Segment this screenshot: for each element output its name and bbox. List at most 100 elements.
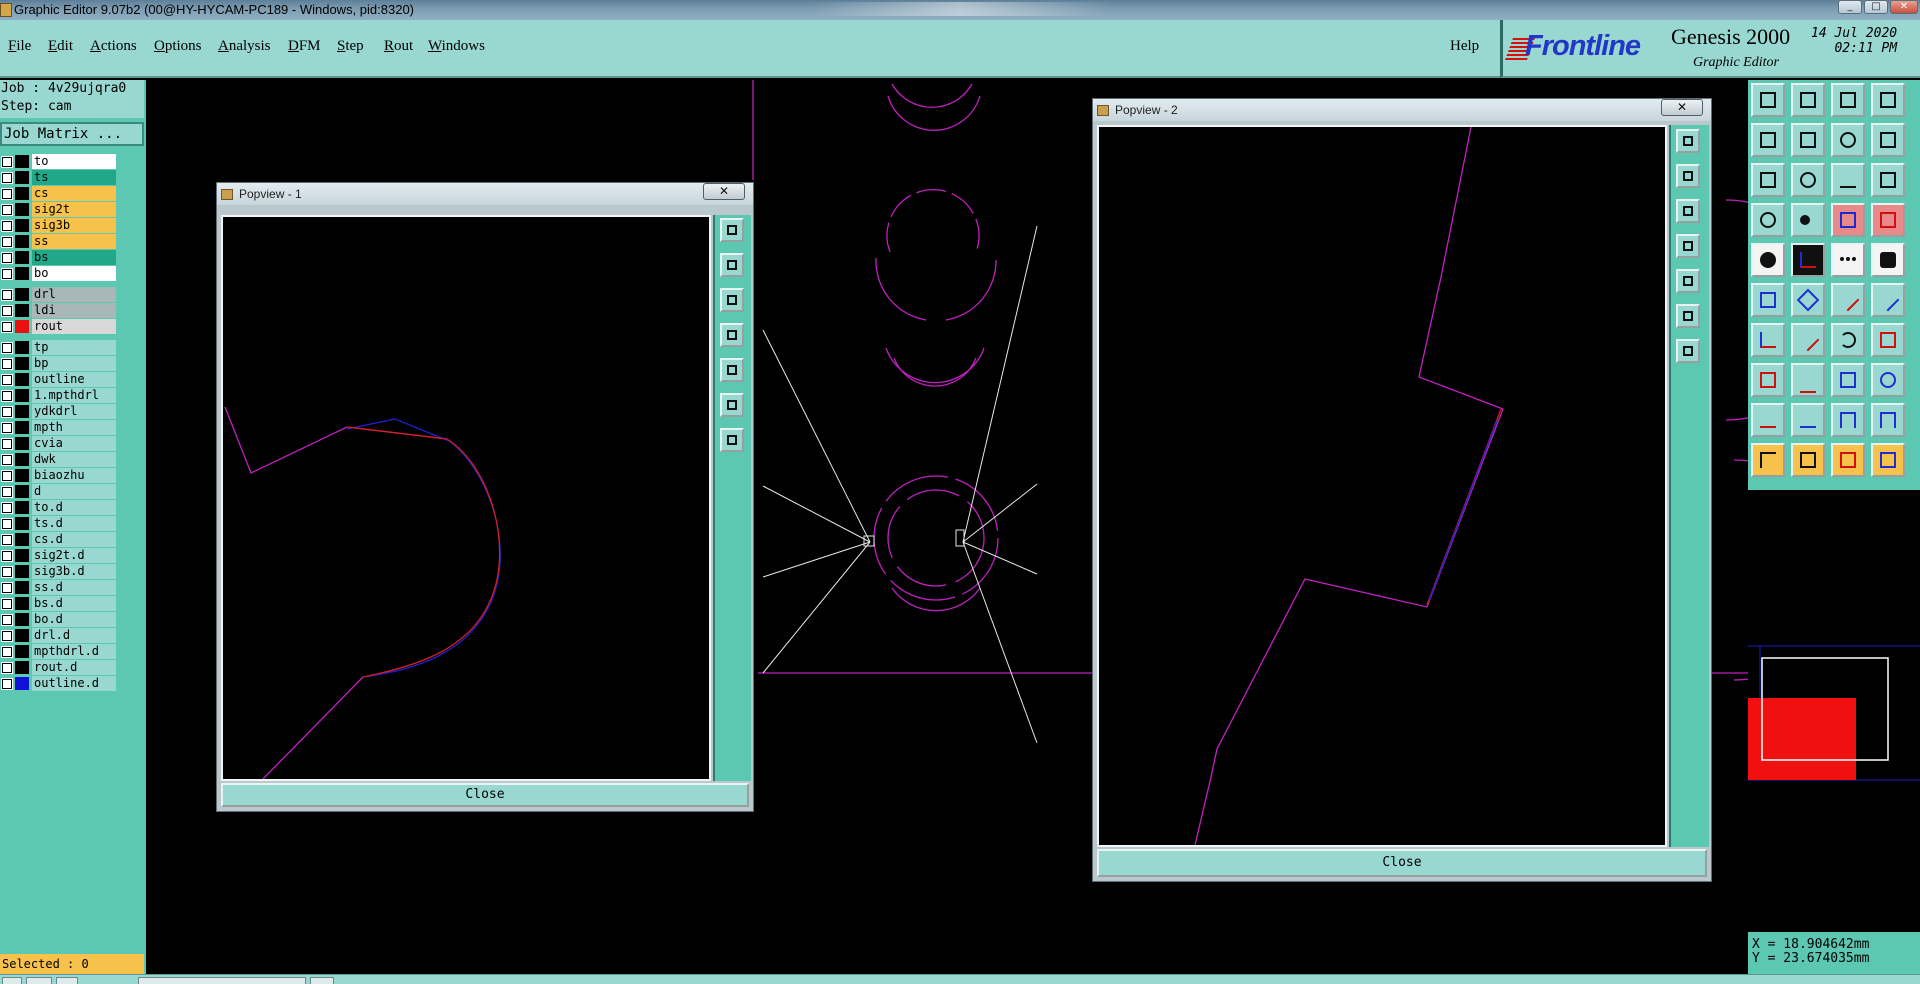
layer-row[interactable]: bo.d [0,612,118,627]
layer-color-swatch[interactable] [15,288,29,301]
bottom-segment[interactable] [138,977,306,984]
maximize-button[interactable]: □ [1864,0,1888,14]
layer-checkbox[interactable] [1,305,13,317]
layer-color-swatch[interactable] [15,389,29,402]
layer-checkbox[interactable] [1,614,13,626]
layer-color-swatch[interactable] [15,677,29,690]
help-icon[interactable] [1871,163,1905,197]
zoom-center-icon[interactable] [1791,163,1825,197]
menu-rout[interactable]: Rout [384,38,413,55]
layer-color-swatch[interactable] [15,549,29,562]
layer-color-swatch[interactable] [15,251,29,264]
open-icon[interactable] [1791,83,1825,117]
layer-row[interactable]: ts [0,170,118,185]
net-icon[interactable] [1831,203,1865,237]
layer-row[interactable]: sig3b [0,218,118,233]
pan-left-icon[interactable] [1676,234,1700,258]
layer-row[interactable]: sig3b.d [0,564,118,579]
layer-checkbox[interactable] [1,390,13,402]
layer-row[interactable]: tp [0,340,118,355]
layer-color-swatch[interactable] [15,485,29,498]
scale-icon[interactable] [1831,163,1865,197]
layer-name[interactable]: cvia [32,436,116,451]
popview-2-close-button[interactable]: Close [1097,849,1707,877]
layer-name[interactable]: rout [32,319,116,334]
layer-checkbox[interactable] [1,220,13,232]
layer-checkbox[interactable] [1,550,13,562]
layer-checkbox[interactable] [1,566,13,578]
menu-options[interactable]: Options [154,38,202,55]
layer-name[interactable]: drl [32,287,116,302]
layer-row[interactable]: ldi [0,303,118,318]
layer-checkbox[interactable] [1,438,13,450]
layer-name[interactable]: bo.d [32,612,116,627]
layer-name[interactable]: outline.d [32,676,116,691]
triangle-fill-icon[interactable] [1791,403,1825,437]
bottom-segment[interactable] [26,977,52,984]
layer-name[interactable]: to [32,154,116,169]
layer-name[interactable]: bs [32,250,116,265]
surface-icon[interactable] [1871,243,1905,277]
measure-icon[interactable] [1751,203,1785,237]
pan-right-icon[interactable] [1676,269,1700,293]
layer-row[interactable]: bo [0,266,118,281]
line-edit-alt-icon[interactable] [1871,283,1905,317]
layer-checkbox[interactable] [1,342,13,354]
center-icon[interactable] [1831,363,1865,397]
layer-row[interactable]: mpth [0,420,118,435]
arc-icon[interactable] [1831,323,1865,357]
menu-edit[interactable]: Edit [48,38,73,55]
layer-color-swatch[interactable] [15,357,29,370]
layer-name[interactable]: mpth [32,420,116,435]
layer-color-swatch[interactable] [15,629,29,642]
arch-icon[interactable] [1831,403,1865,437]
menu-windows[interactable]: Windows [428,38,485,55]
home-icon[interactable] [1831,83,1865,117]
layer-checkbox[interactable] [1,156,13,168]
layer-color-swatch[interactable] [15,421,29,434]
layer-row[interactable]: bp [0,356,118,371]
layer-color-swatch[interactable] [15,469,29,482]
layer-row[interactable]: mpthdrl.d [0,644,118,659]
layer-name[interactable]: sig2t.d [32,548,116,563]
select-pointer-icon[interactable] [1751,443,1785,477]
bottom-segment[interactable] [310,977,334,984]
connect-icon[interactable] [1751,283,1785,317]
layer-name[interactable]: drl.d [32,628,116,643]
layer-name[interactable]: cs [32,186,116,201]
layer-color-swatch[interactable] [15,597,29,610]
layer-checkbox[interactable] [1,534,13,546]
layer-row[interactable]: bs [0,250,118,265]
layer-color-swatch[interactable] [15,203,29,216]
layer-row[interactable]: cs [0,186,118,201]
layer-name[interactable]: d [32,484,116,499]
layer-name[interactable]: sig3b.d [32,564,116,579]
save-icon[interactable] [1751,83,1785,117]
layer-color-swatch[interactable] [15,533,29,546]
layer-name[interactable]: cs.d [32,532,116,547]
layer-color-swatch[interactable] [15,219,29,232]
layer-checkbox[interactable] [1,252,13,264]
layer-checkbox[interactable] [1,172,13,184]
layer-checkbox[interactable] [1,204,13,216]
layer-color-swatch[interactable] [15,565,29,578]
zoom-window-icon[interactable] [1676,129,1700,153]
layer-name[interactable]: biaozhu [32,468,116,483]
group-icon[interactable] [1871,363,1905,397]
layer-checkbox[interactable] [1,289,13,301]
layer-color-swatch[interactable] [15,453,29,466]
layer-checkbox[interactable] [1,268,13,280]
pan-right-icon[interactable] [720,358,744,382]
layer-name[interactable]: sig3b [32,218,116,233]
close-window-button[interactable]: ✕ [1890,0,1918,14]
layer-name[interactable]: ss [32,234,116,249]
layer-checkbox[interactable] [1,374,13,386]
layer-row[interactable]: rout [0,319,118,334]
layer-color-swatch[interactable] [15,373,29,386]
layer-row[interactable]: ss [0,234,118,249]
zoom-out-icon[interactable] [720,428,744,452]
layer-row[interactable]: sig2t.d [0,548,118,563]
layer-name[interactable]: ts.d [32,516,116,531]
layer-checkbox[interactable] [1,321,13,333]
layer-color-swatch[interactable] [15,155,29,168]
